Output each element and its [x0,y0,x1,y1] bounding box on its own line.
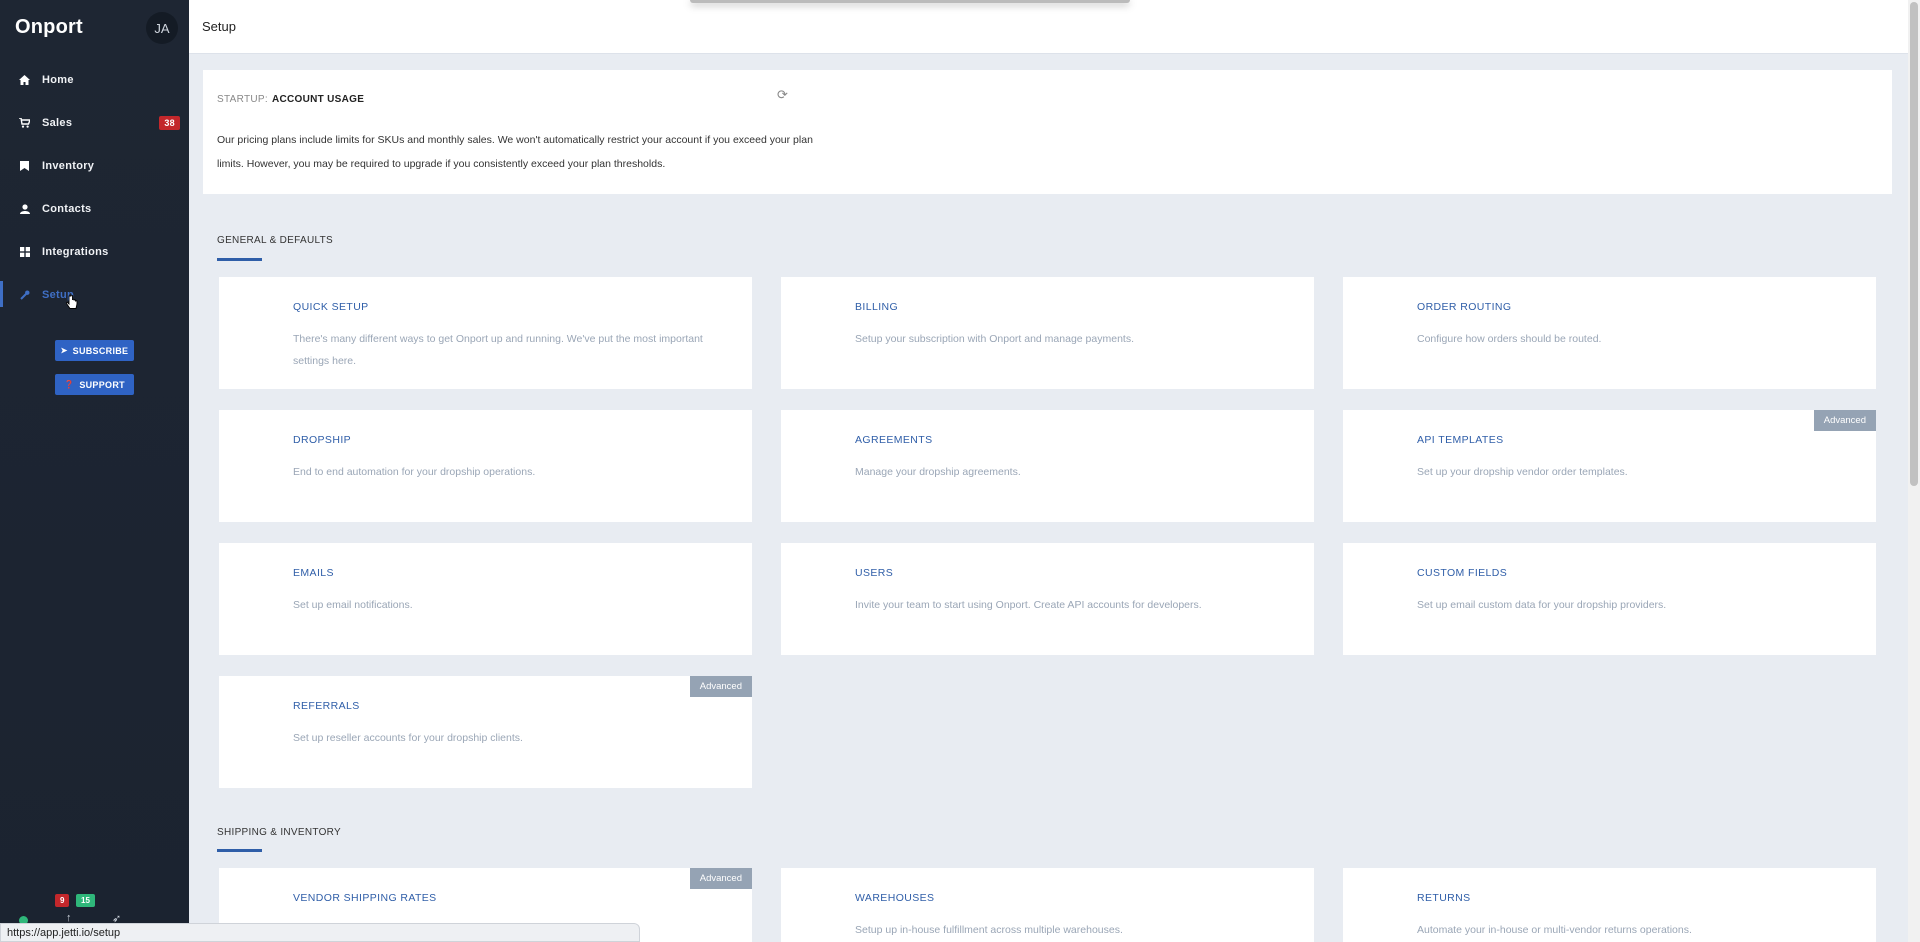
support-button[interactable]: ❓ SUPPORT [55,374,134,395]
card-title: REFERRALS [293,700,360,712]
card-title: CUSTOM FIELDS [1417,567,1508,579]
support-label: SUPPORT [79,379,125,390]
card-title: RETURNS [1417,892,1471,904]
card-description: Manage your dropship agreements. [855,466,1021,478]
card-title: VENDOR SHIPPING RATES [293,892,437,904]
page-title: Setup [202,19,236,34]
notification-badge-green[interactable]: 15 [76,894,95,907]
user-avatar[interactable]: JA [146,12,178,44]
sidebar-item-inventory[interactable]: Inventory [0,144,189,187]
card-description: Invite your team to start using Onport. … [855,599,1202,611]
notification-badge-red[interactable]: 9 [55,894,70,907]
card-title: EMAILS [293,567,334,579]
sidebar-item-integrations[interactable]: Integrations [0,230,189,273]
startup-prefix: STARTUP: [217,94,268,105]
cart-icon [19,117,30,128]
card-description: Set up reseller accounts for your dropsh… [293,732,523,744]
setup-card-agreements[interactable]: AGREEMENTS Manage your dropship agreemen… [781,410,1314,522]
pointer-cursor-icon [65,294,78,313]
wrench-icon [19,289,30,300]
card-description: Set up email custom data for your dropsh… [1417,599,1667,611]
card-title: API TEMPLATES [1417,434,1504,446]
setup-card-billing[interactable]: BILLING Setup your subscription with Onp… [781,277,1314,389]
card-description: End to end automation for your dropship … [293,466,536,478]
window-shadow [690,0,1130,3]
grid-icon [19,246,30,257]
sidebar-item-label: Sales [42,116,73,129]
section-title-general: GENERAL & DEFAULTS [217,235,333,246]
startup-title: ACCOUNT USAGE [271,94,365,105]
subscribe-button[interactable]: ➤ SUBSCRIBE [55,340,134,361]
sidebar-item-label: Inventory [42,159,95,172]
setup-card-dropship[interactable]: DROPSHIP End to end automation for your … [219,410,752,522]
card-description: Set up your dropship vendor order templa… [1417,466,1628,478]
brand-logo[interactable]: Onport [15,16,83,39]
send-icon: ➤ [60,346,68,355]
card-description: There's many different ways to get Onpor… [293,333,703,367]
scrollbar[interactable] [1908,0,1920,942]
startup-description: Our pricing plans include limits for SKU… [217,134,813,170]
startup-panel: STARTUP: ACCOUNT USAGE ⟳ Our pricing plan… [203,70,1892,194]
subscribe-label: SUBSCRIBE [72,345,129,356]
sidebar-item-setup[interactable]: Setup [0,273,189,316]
card-description: Setup up in-house fulfillment across mul… [855,924,1123,936]
help-icon: ❓ [64,380,75,389]
setup-card-quick-setup[interactable]: QUICK SETUP There's many different ways … [219,277,752,389]
setup-card-users[interactable]: USERS Invite your team to start using On… [781,543,1314,655]
setup-card-api-templates[interactable]: Advanced API TEMPLATES Set up your drops… [1343,410,1876,522]
card-description: Configure how orders should be routed. [1417,333,1602,345]
bookmark-icon [19,160,30,171]
sidebar-nav: Home Sales 38 Inventory Contacts Integra… [0,58,189,316]
setup-card-returns[interactable]: RETURNS Automate your in-house or multi-… [1343,868,1876,942]
setup-card-emails[interactable]: EMAILS Set up email notifications. [219,543,752,655]
sidebar: Onport JA Home Sales 38 Inventory Contac… [0,0,189,942]
card-description: Setup your subscription with Onport and … [855,333,1134,345]
user-icon [19,203,30,214]
sidebar-item-label: Integrations [42,245,109,258]
setup-card-referrals[interactable]: Advanced REFERRALS Set up reseller accou… [219,676,752,788]
link-status-bar: https://app.jetti.io/setup [0,923,640,942]
card-title: AGREEMENTS [855,434,933,446]
section-underline [217,849,262,852]
sidebar-item-contacts[interactable]: Contacts [0,187,189,230]
sidebar-item-label: Contacts [42,202,92,215]
card-title: QUICK SETUP [293,301,369,313]
card-title: WAREHOUSES [855,892,935,904]
section-underline [217,258,262,261]
card-title: ORDER ROUTING [1417,301,1512,313]
startup-label: STARTUP: ACCOUNT USAGE [217,94,364,105]
setup-card-order-routing[interactable]: ORDER ROUTING Configure how orders shoul… [1343,277,1876,389]
advanced-badge: Advanced [1813,410,1876,431]
scrollbar-thumb[interactable] [1910,2,1918,486]
sidebar-item-home[interactable]: Home [0,58,189,101]
home-icon [19,74,30,85]
sidebar-item-sales[interactable]: Sales 38 [0,101,189,144]
card-title: USERS [855,567,894,579]
card-description: Automate your in-house or multi-vendor r… [1417,924,1692,936]
section-title-shipping: SHIPPING & INVENTORY [217,827,341,838]
sidebar-item-label: Home [42,73,74,86]
setup-card-warehouses[interactable]: WAREHOUSES Setup up in-house fulfillment… [781,868,1314,942]
advanced-badge: Advanced [689,868,752,889]
setup-card-custom-fields[interactable]: CUSTOM FIELDS Set up email custom data f… [1343,543,1876,655]
card-title: BILLING [855,301,899,313]
card-title: DROPSHIP [293,434,352,446]
advanced-badge: Advanced [689,676,752,697]
refresh-icon[interactable]: ⟳ [777,87,788,103]
sales-count-badge: 38 [159,115,180,130]
card-description: Set up email notifications. [293,599,413,611]
top-bar: Setup [189,0,1908,54]
